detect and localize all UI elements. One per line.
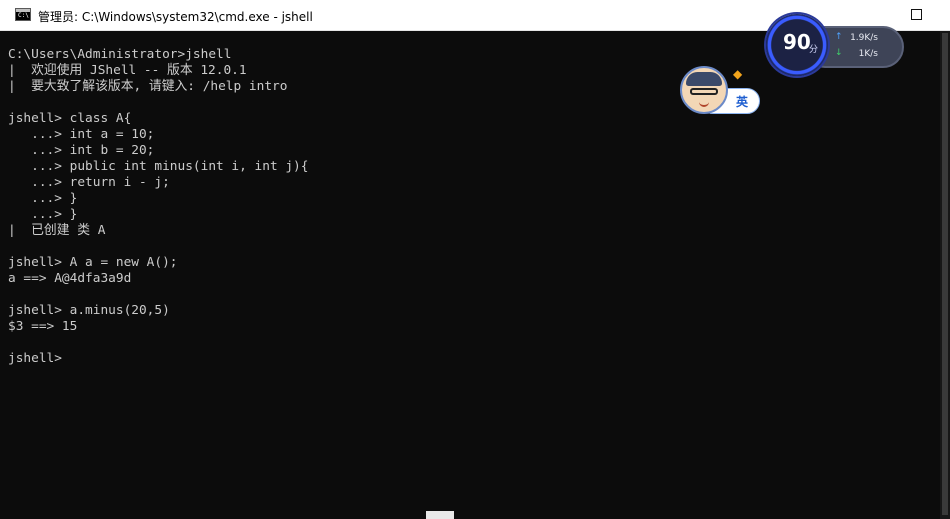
- performance-score-unit: 分: [809, 45, 819, 55]
- avatar-glasses: [690, 88, 718, 95]
- avatar-mouth: [699, 101, 709, 107]
- avatar[interactable]: [680, 66, 728, 114]
- performance-score: 90: [783, 30, 811, 54]
- upload-rate: 1.9K/s: [850, 33, 878, 43]
- diamond-icon: ◆: [733, 67, 743, 81]
- terminal-output[interactable]: C:\Users\Administrator>jshell | 欢迎使用 JSh…: [8, 47, 308, 367]
- scrollbar-thumb[interactable]: [942, 33, 948, 515]
- performance-gauge[interactable]: 90 分: [766, 14, 828, 76]
- ime-avatar-widget[interactable]: 英 ◆: [680, 66, 762, 116]
- vertical-scrollbar[interactable]: [940, 31, 950, 519]
- window-title: 管理员: C:\Windows\system32\cmd.exe - jshel…: [38, 10, 313, 24]
- ime-mode-label[interactable]: 英: [736, 93, 748, 110]
- download-rate: 1K/s: [858, 49, 878, 59]
- network-speed-widget[interactable]: 90 分 ↑ 1.9K/s ↓ 1K/s: [766, 14, 906, 78]
- maximize-icon: [910, 8, 922, 20]
- taskbar-strip: [426, 511, 454, 519]
- console-area[interactable]: C:\Users\Administrator>jshell | 欢迎使用 JSh…: [0, 31, 940, 513]
- cmd-app-icon[interactable]: C:\: [15, 8, 31, 21]
- avatar-hair: [686, 72, 722, 86]
